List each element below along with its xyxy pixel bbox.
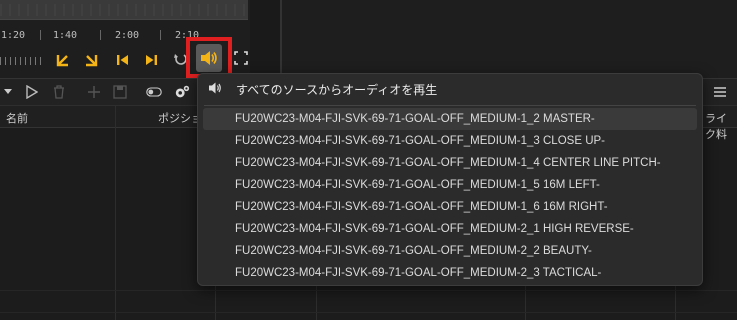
timeline-scrub-bar[interactable] <box>0 0 248 20</box>
menu-separator <box>204 105 696 106</box>
audio-source-item[interactable]: FU20WC23-M04-FJI-SVK-69-71-GOAL-OFF_MEDI… <box>203 108 697 130</box>
red-highlight-box <box>186 37 232 78</box>
menu-header[interactable]: すべてのソースからオーディオを再生 <box>198 74 702 102</box>
grid-line <box>0 312 737 313</box>
audio-source-item[interactable]: FU20WC23-M04-FJI-SVK-69-71-GOAL-OFF_MEDI… <box>203 152 697 174</box>
list-view-icon[interactable] <box>712 84 728 100</box>
timeline-ticks <box>0 57 45 65</box>
tick-mark <box>100 30 101 40</box>
timeline-label: 2:00 <box>115 30 140 41</box>
column-header-right[interactable]: ライク料 <box>705 110 737 142</box>
menu-header-label: すべてのソースからオーディオを再生 <box>236 83 438 97</box>
timeline-label: 1:20 <box>1 30 26 41</box>
speaker-icon <box>208 81 222 95</box>
audio-source-menu: すべてのソースからオーディオを再生 FU20WC23-M04-FJI-SVK-6… <box>197 73 703 286</box>
viewer-panel <box>282 0 737 78</box>
settings-gears-icon[interactable] <box>174 84 190 100</box>
timeline-label: 1:40 <box>53 30 78 41</box>
audio-source-item[interactable]: FU20WC23-M04-FJI-SVK-69-71-GOAL-OFF_MEDI… <box>203 196 697 218</box>
fullscreen-icon[interactable] <box>234 51 248 65</box>
column-separator <box>115 106 116 320</box>
column-header-position[interactable]: ポジショ <box>158 110 202 126</box>
save-icon[interactable] <box>112 84 128 100</box>
audio-source-item[interactable]: FU20WC23-M04-FJI-SVK-69-71-GOAL-OFF_MEDI… <box>203 240 697 262</box>
mark-out-icon[interactable] <box>80 50 102 70</box>
column-header-name[interactable]: 名前 <box>6 110 28 126</box>
panel-gap <box>250 0 280 78</box>
audio-source-list: FU20WC23-M04-FJI-SVK-69-71-GOAL-OFF_MEDI… <box>203 108 697 284</box>
audio-source-item[interactable]: FU20WC23-M04-FJI-SVK-69-71-GOAL-OFF_MEDI… <box>203 218 697 240</box>
grid-line <box>0 290 737 291</box>
toggle-icon[interactable] <box>146 84 162 100</box>
play-icon[interactable] <box>24 84 40 100</box>
go-to-out-icon[interactable] <box>140 50 162 70</box>
audio-source-item[interactable]: FU20WC23-M04-FJI-SVK-69-71-GOAL-OFF_MEDI… <box>203 262 697 284</box>
audio-source-item[interactable]: FU20WC23-M04-FJI-SVK-69-71-GOAL-OFF_MEDI… <box>203 130 697 152</box>
tick-mark <box>40 30 41 40</box>
add-icon[interactable] <box>86 84 102 100</box>
audio-source-item[interactable]: FU20WC23-M04-FJI-SVK-69-71-GOAL-OFF_MEDI… <box>203 174 697 196</box>
trash-icon[interactable] <box>51 84 67 100</box>
mark-in-icon[interactable] <box>52 50 74 70</box>
dropdown-icon[interactable] <box>0 84 16 100</box>
tick-mark <box>160 30 161 40</box>
go-to-in-icon[interactable] <box>112 50 134 70</box>
